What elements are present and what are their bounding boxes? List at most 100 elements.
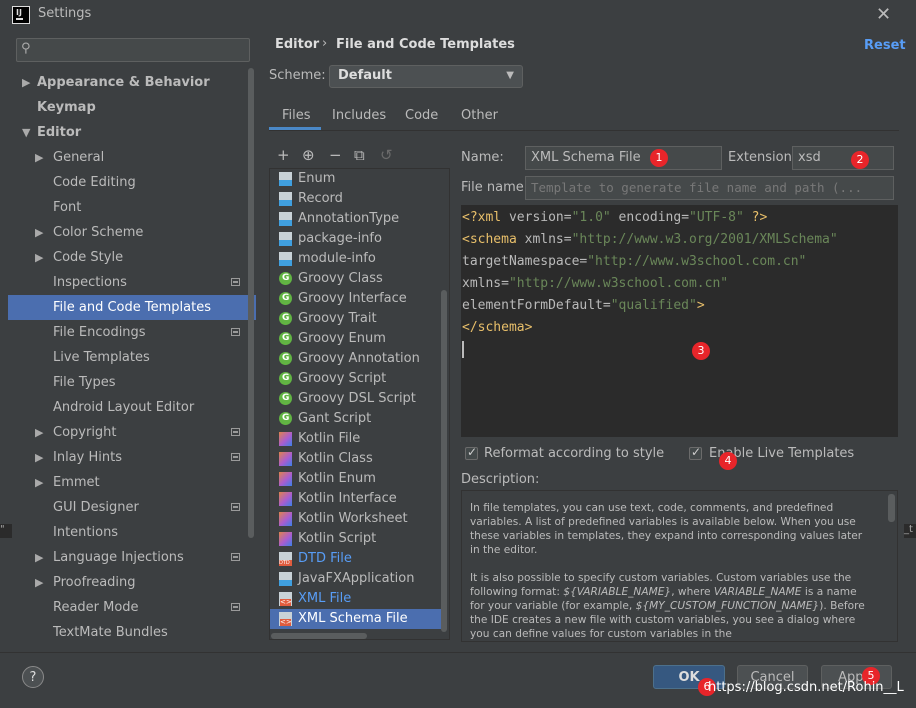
sidebar-item-label: File and Code Templates xyxy=(53,300,211,315)
tab-includes[interactable]: Includes xyxy=(332,108,386,132)
template-list-item[interactable]: Groovy DSL Script xyxy=(270,389,442,409)
sidebar-item[interactable]: ▶ Copyright xyxy=(8,420,256,445)
help-button[interactable]: ? xyxy=(22,666,44,688)
live-templates-checkbox[interactable] xyxy=(689,445,702,460)
sidebar-item[interactable]: Reader Mode xyxy=(8,595,256,620)
template-list-item[interactable]: DTD File xyxy=(270,549,442,569)
sidebar-item[interactable]: ▶ Emmet xyxy=(8,470,256,495)
sidebar-scrollbar[interactable] xyxy=(248,68,254,538)
chevron-right-icon[interactable]: ▶ xyxy=(35,420,45,445)
sidebar-item[interactable]: ▶ Appearance & Behavior xyxy=(8,70,256,95)
chevron-right-icon[interactable]: ▶ xyxy=(35,145,45,170)
search-input[interactable]: ⚲ xyxy=(16,38,250,62)
reformat-checkbox[interactable] xyxy=(465,445,478,460)
sidebar-item[interactable]: Keymap xyxy=(8,95,256,120)
sidebar-item[interactable]: File and Code Templates xyxy=(8,295,256,320)
template-list-item[interactable]: Groovy Enum xyxy=(270,329,442,349)
kotlin-file-icon xyxy=(279,472,292,486)
sidebar-item[interactable]: ▶ Inlay Hints xyxy=(8,445,256,470)
template-list-item[interactable]: Record xyxy=(270,189,442,209)
remove-icon[interactable]: − xyxy=(329,146,342,164)
sidebar-item[interactable]: File Types xyxy=(8,370,256,395)
template-list-item[interactable]: Kotlin Worksheet xyxy=(270,509,442,529)
chevron-right-icon[interactable]: ▶ xyxy=(35,245,45,270)
template-list-item[interactable]: XML Schema File xyxy=(270,609,442,629)
template-list-item[interactable]: Groovy Interface xyxy=(270,289,442,309)
template-code-editor[interactable]: <?xml version="1.0" encoding="UTF-8" ?> … xyxy=(461,205,898,437)
reset-link[interactable]: Reset xyxy=(864,38,906,53)
revert-icon[interactable]: ↺ xyxy=(380,146,393,164)
chevron-right-icon[interactable]: ▶ xyxy=(35,570,45,595)
description-scrollbar[interactable] xyxy=(888,494,895,522)
code-line: <schema xmlns="http://www.w3.org/2001/XM… xyxy=(462,232,838,247)
template-list[interactable]: Enum Record AnnotationType package-info modu… xyxy=(269,168,450,640)
kotlin-file-icon xyxy=(279,492,292,506)
add-child-icon[interactable]: ⊕ xyxy=(302,146,315,164)
sidebar-item[interactable]: Live Templates xyxy=(8,345,256,370)
template-list-item[interactable]: Groovy Trait xyxy=(270,309,442,329)
chevron-down-icon[interactable]: ▼ xyxy=(22,120,32,145)
tab-code[interactable]: Code xyxy=(405,108,438,132)
template-label: Enum xyxy=(298,171,336,186)
reformat-label[interactable]: Reformat according to style xyxy=(484,446,664,461)
chevron-right-icon[interactable]: ▶ xyxy=(35,445,45,470)
template-list-item[interactable]: XML File xyxy=(270,589,442,609)
chevron-right-icon[interactable]: ▶ xyxy=(22,70,32,95)
sidebar-item[interactable]: TextMate Bundles xyxy=(8,620,256,645)
sidebar-item-label: File Types xyxy=(53,375,116,390)
list-vertical-scrollbar[interactable] xyxy=(441,290,447,632)
template-list-item[interactable]: Kotlin Interface xyxy=(270,489,442,509)
extension-field[interactable]: xsd xyxy=(792,146,894,170)
template-label: DTD File xyxy=(298,551,352,566)
breadcrumb-separator: › xyxy=(322,36,328,51)
template-list-item[interactable]: AnnotationType xyxy=(270,209,442,229)
groovy-file-icon xyxy=(279,332,292,345)
sidebar-item[interactable]: ▶ Proofreading xyxy=(8,570,256,595)
page-title: File and Code Templates xyxy=(336,37,515,52)
chevron-right-icon[interactable]: ▶ xyxy=(35,220,45,245)
sidebar-item[interactable]: ▶ Language Injections xyxy=(8,545,256,570)
list-horizontal-scrollbar[interactable] xyxy=(271,633,367,639)
sidebar-item[interactable]: Font xyxy=(8,195,256,220)
template-list-item[interactable]: Groovy Script xyxy=(270,369,442,389)
add-icon[interactable]: + xyxy=(277,146,290,164)
sidebar-item[interactable]: Intentions xyxy=(8,520,256,545)
scheme-dropdown[interactable]: Default ▼ xyxy=(329,65,523,88)
sidebar-item[interactable]: File Encodings xyxy=(8,320,256,345)
sidebar-item[interactable]: ▶ Code Style xyxy=(8,245,256,270)
sidebar-item[interactable]: Android Layout Editor xyxy=(8,395,256,420)
template-list-item[interactable]: Kotlin Class xyxy=(270,449,442,469)
template-list-item[interactable]: Gant Script xyxy=(270,409,442,429)
template-list-item[interactable]: JavaFXApplication xyxy=(270,569,442,589)
template-list-item[interactable]: Kotlin Script xyxy=(270,529,442,549)
sidebar-item[interactable]: ▶ Color Scheme xyxy=(8,220,256,245)
template-list-item[interactable]: Groovy Class xyxy=(270,269,442,289)
sidebar-item[interactable]: GUI Designer xyxy=(8,495,256,520)
chevron-right-icon[interactable]: ▶ xyxy=(35,470,45,495)
sidebar-item[interactable]: ▶ General xyxy=(8,145,256,170)
copy-icon[interactable]: ⧉ xyxy=(354,146,365,164)
chevron-right-icon[interactable]: ▶ xyxy=(35,545,45,570)
template-list-item[interactable]: Enum xyxy=(270,169,442,189)
tab-other[interactable]: Other xyxy=(461,108,498,132)
sidebar-item-label: Color Scheme xyxy=(53,225,144,240)
bottom-divider xyxy=(0,652,916,653)
code-line: <?xml version="1.0" encoding="UTF-8" ?> xyxy=(462,210,768,225)
breadcrumb-parent[interactable]: Editor xyxy=(275,37,319,52)
sidebar-item-label: Code Style xyxy=(53,250,124,265)
file-name-label: File name: xyxy=(461,180,529,195)
close-icon[interactable]: ✕ xyxy=(876,4,891,25)
sidebar-item[interactable]: Inspections xyxy=(8,270,256,295)
sidebar-item[interactable]: ▼ Editor xyxy=(8,120,256,145)
sidebar-item-label: Keymap xyxy=(37,100,96,115)
template-list-item[interactable]: Kotlin File xyxy=(270,429,442,449)
file-name-field[interactable]: Template to generate file name and path … xyxy=(525,176,894,200)
template-list-item[interactable]: package-info xyxy=(270,229,442,249)
template-list-item[interactable]: Kotlin Enum xyxy=(270,469,442,489)
description-panel[interactable]: In file templates, you can use text, cod… xyxy=(461,490,898,642)
template-label: Kotlin Class xyxy=(298,451,373,466)
template-list-item[interactable]: module-info xyxy=(270,249,442,269)
name-field[interactable]: XML Schema File xyxy=(525,146,722,170)
sidebar-item[interactable]: Code Editing xyxy=(8,170,256,195)
template-list-item[interactable]: Groovy Annotation xyxy=(270,349,442,369)
